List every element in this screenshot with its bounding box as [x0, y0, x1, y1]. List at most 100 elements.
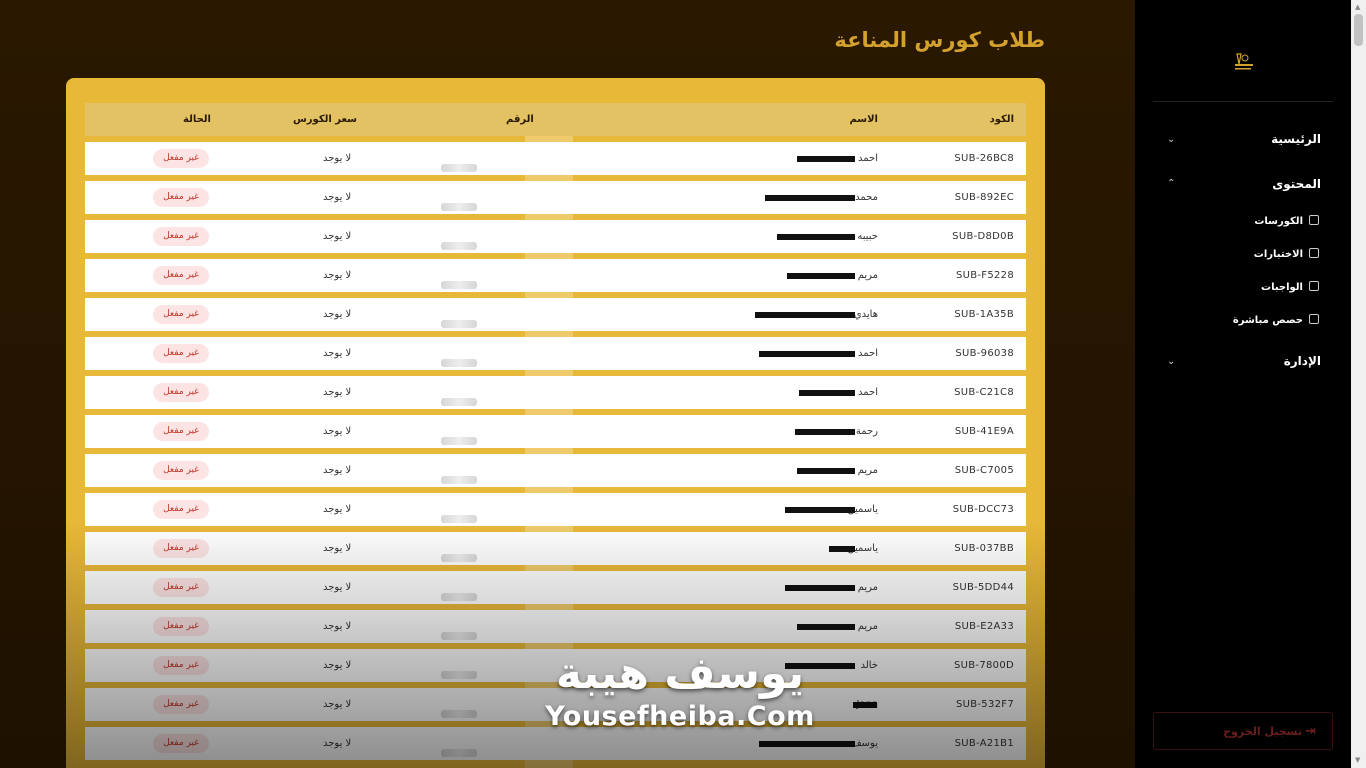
status-badge: غير مفعل: [153, 188, 209, 207]
name-redaction: [797, 624, 855, 630]
status-badge: غير مفعل: [153, 383, 209, 402]
cell-price: لا يوجد: [323, 387, 352, 398]
cell-price: لا يوجد: [323, 348, 352, 359]
cell-name: حبيبه: [857, 231, 878, 242]
cell-price: لا يوجد: [323, 192, 352, 203]
logout-label: تسجيل الخروج: [1223, 725, 1302, 738]
phone-blur: [441, 515, 477, 523]
cell-code: SUB-892EC: [954, 192, 1014, 203]
exams-label: الاختبارات: [1253, 249, 1303, 260]
status-badge: غير مفعل: [153, 461, 209, 480]
cell-price: لا يوجد: [323, 621, 352, 632]
book-icon: [1309, 215, 1319, 225]
cell-code: SUB-96038: [955, 348, 1014, 359]
name-redaction: [797, 156, 855, 162]
phone-blur: [441, 320, 477, 328]
homework-label: الواجبات: [1261, 282, 1303, 293]
sidebar-item-exams[interactable]: الاختبارات: [1254, 248, 1319, 260]
cell-name: مريم: [857, 465, 878, 476]
phone-blur: [441, 359, 477, 367]
name-redaction: [795, 429, 855, 435]
sidebar-home-label: الرئيسية: [1271, 132, 1321, 146]
cell-price: لا يوجد: [323, 426, 352, 437]
cell-price: لا يوجد: [323, 543, 352, 554]
phone-blur: [441, 437, 477, 445]
status-badge: غير مفعل: [153, 578, 209, 597]
name-redaction: [777, 234, 855, 240]
status-badge: غير مفعل: [153, 734, 209, 753]
status-badge: غير مفعل: [153, 617, 209, 636]
cell-code: SUB-C21C8: [954, 387, 1014, 398]
name-redaction: [797, 468, 855, 474]
cell-code: SUB-F5228: [955, 270, 1014, 281]
sidebar-item-homework[interactable]: الواجبات: [1261, 281, 1319, 293]
chevron-down-icon: ⌄: [1167, 356, 1176, 367]
cell-name: مريم: [857, 270, 878, 281]
cell-name: هايدي: [853, 309, 878, 320]
cell-code: SUB-037BB: [954, 543, 1014, 554]
exam-icon: [1309, 248, 1319, 258]
cell-code: SUB-E2A33: [954, 621, 1014, 632]
cell-price: لا يوجد: [323, 465, 352, 476]
cell-price: لا يوجد: [323, 582, 352, 593]
students-table-card: الكود الاسم الرقم سعر الكورس الحالة SUB-…: [66, 78, 1045, 768]
cell-name: احمد: [858, 348, 878, 359]
cell-name: خالد: [860, 660, 878, 671]
cell-name: مريم: [857, 621, 878, 632]
scroll-down-icon[interactable]: ▼: [1355, 756, 1360, 764]
page-title: طلاب كورس المناعة: [834, 28, 1045, 52]
status-badge: غير مفعل: [153, 305, 209, 324]
main-content: طلاب كورس المناعة الكود الاسم الرقم سعر …: [0, 0, 1135, 768]
name-redaction: [853, 702, 877, 708]
cell-price: لا يوجد: [323, 504, 352, 515]
phone-blur: [441, 476, 477, 484]
scroll-thumb[interactable]: [1354, 14, 1363, 46]
cell-code: SUB-26BC8: [954, 153, 1014, 164]
name-redaction: [759, 741, 855, 747]
status-badge: غير مفعل: [153, 266, 209, 285]
cell-price: لا يوجد: [323, 270, 352, 281]
table-header: الكود الاسم الرقم سعر الكورس الحالة: [85, 103, 1026, 136]
status-badge: غير مفعل: [153, 227, 209, 246]
cell-name: رحمة: [855, 426, 878, 437]
sidebar-item-live[interactable]: حصص مباشرة: [1233, 314, 1319, 326]
header-price: سعر الكورس: [293, 114, 358, 125]
name-redaction: [785, 663, 855, 669]
courses-label: الكورسات: [1254, 216, 1303, 227]
chevron-down-icon: ⌄: [1167, 134, 1176, 145]
phone-blur: [441, 593, 477, 601]
cell-name: محمد: [855, 192, 878, 203]
status-badge: غير مفعل: [153, 656, 209, 675]
phone-blur: [441, 554, 477, 562]
cell-name: احمد: [858, 387, 878, 398]
name-redaction: [787, 273, 855, 279]
logout-icon: ⇥: [1305, 724, 1316, 739]
name-redaction: [765, 195, 855, 201]
logout-button[interactable]: ⇥ تسجيل الخروج: [1153, 712, 1333, 750]
phone-blur: [441, 749, 477, 757]
cell-name: احمد: [858, 153, 878, 164]
scroll-up-icon[interactable]: ▲: [1355, 3, 1360, 11]
scrollbar[interactable]: ▲ ▼: [1351, 0, 1366, 768]
sidebar-admin-label: الإدارة: [1283, 354, 1321, 368]
sidebar-item-courses[interactable]: الكورسات: [1254, 215, 1319, 227]
status-badge: غير مفعل: [153, 149, 209, 168]
sidebar-content-label: المحتوى: [1272, 177, 1321, 191]
cell-code: SUB-D8D0B: [952, 231, 1014, 242]
status-badge: غير مفعل: [153, 539, 209, 558]
cell-code: SUB-DCC73: [952, 504, 1014, 515]
phone-blur: [441, 671, 477, 679]
status-badge: غير مفعل: [153, 344, 209, 363]
phone-blur: [441, 242, 477, 250]
name-redaction: [785, 507, 855, 513]
status-badge: غير مفعل: [153, 422, 209, 441]
chevron-up-icon: ⌃: [1167, 178, 1176, 189]
name-redaction: [755, 312, 855, 318]
phone-blur: [441, 632, 477, 640]
cell-price: لا يوجد: [323, 153, 352, 164]
cell-price: لا يوجد: [323, 699, 352, 710]
header-code: الكود: [989, 114, 1014, 125]
phone-blur: [441, 281, 477, 289]
cell-name: يوسف: [851, 738, 878, 749]
header-phone: الرقم: [506, 114, 534, 125]
